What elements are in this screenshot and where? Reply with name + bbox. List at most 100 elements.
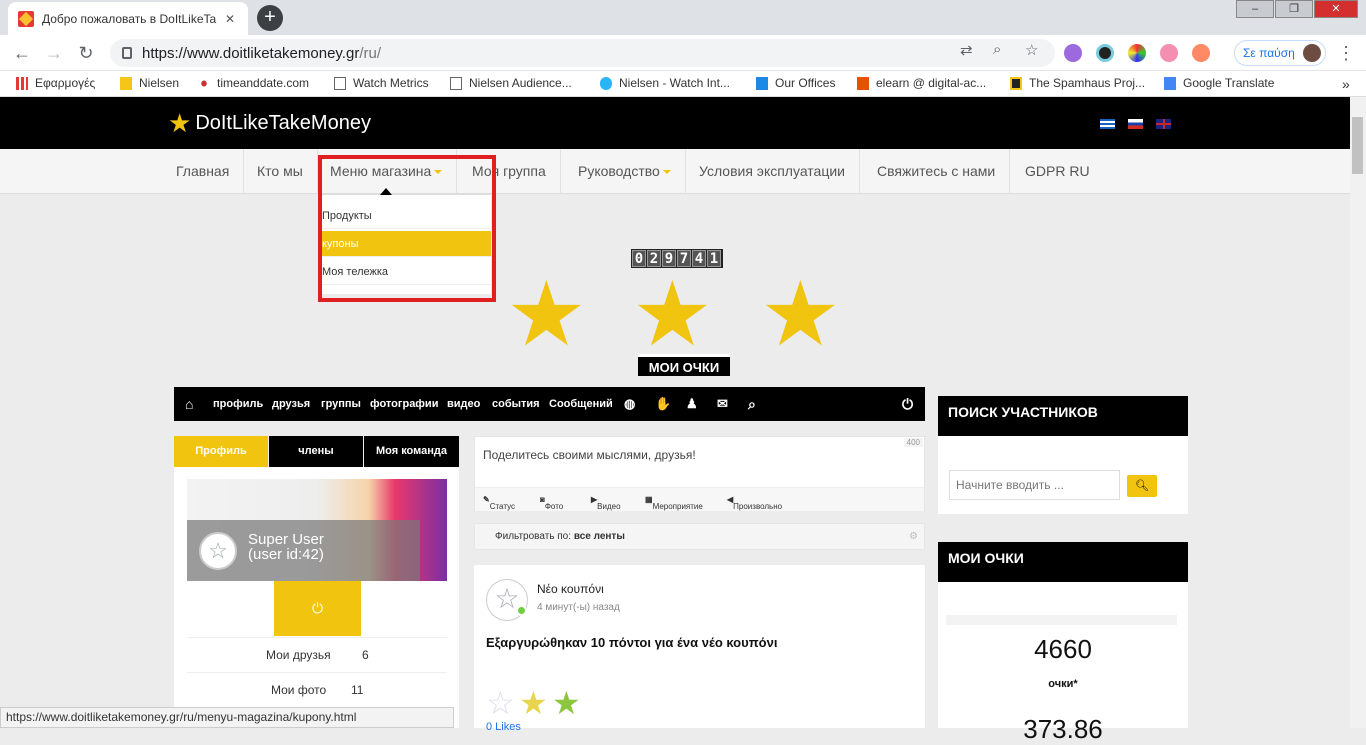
feather-extension-icon[interactable] [1064, 44, 1082, 62]
site-header: ★ DoItLikeTakeMoney [0, 97, 1350, 149]
bookmark-spamhaus[interactable]: The Spamhaus Proj... [1010, 76, 1145, 90]
menu-item-home[interactable]: Главная [162, 149, 245, 194]
page-scrollbar[interactable] [1350, 97, 1366, 728]
zoom-icon[interactable]: ⌕ [993, 41, 1001, 58]
m-icon [857, 76, 869, 90]
browser-menu-icon[interactable]: ⋮ [1334, 42, 1358, 64]
search-icon[interactable]: ⌕ [748, 387, 756, 421]
likes-link[interactable]: 0 Likes [486, 721, 521, 733]
window-controls: – ❐ ✕ [1235, 0, 1358, 18]
stat-row-friends[interactable]: Мои друзья 6 [187, 637, 447, 671]
bookmark-nielsen-watch[interactable]: Nielsen - Watch Int... [600, 76, 730, 90]
scrollbar-thumb[interactable] [1352, 117, 1363, 174]
envelope-icon[interactable]: ✉ [717, 387, 728, 421]
comm-link-photos[interactable]: фотографии [370, 387, 438, 421]
globe-icon[interactable]: ◍ [624, 387, 635, 421]
color-picker-extension-icon[interactable] [1128, 44, 1146, 62]
reload-icon[interactable]: ↻ [74, 42, 98, 64]
maximize-icon[interactable]: ❐ [1275, 0, 1313, 18]
browser-toolbar: ← → ↻ https://www.doitliketakemoney.gr/r… [0, 35, 1366, 71]
bookmark-our-offices[interactable]: Our Offices [756, 76, 835, 90]
new-tab-button[interactable]: + [257, 5, 283, 31]
browser-tab-strip: Добро пожаловать в DoItLikeTa ✕ + – ❐ ✕ [0, 0, 1366, 35]
tab-close-icon[interactable]: ✕ [222, 12, 238, 26]
bookmark-apps[interactable]: Εφαρμογές [16, 76, 95, 90]
tool-event[interactable]: ▦ Мероприятие [645, 495, 703, 511]
thumbs-up-icon[interactable]: ✋ [655, 387, 671, 421]
tab-profile[interactable]: Профиль [174, 436, 268, 467]
bookmark-google-translate[interactable]: Google Translate [1164, 76, 1274, 90]
bookmarks-bar: Εφαρμογές Nielsen timeanddate.com Watch … [0, 71, 1366, 97]
comm-link-groups[interactable]: группы [321, 387, 361, 421]
tool-photo[interactable]: ◙ Фото [540, 495, 563, 511]
tab-members[interactable]: члены [269, 436, 363, 467]
profile-name[interactable]: Super User [248, 532, 324, 547]
browser-tab[interactable]: Добро пожаловать в DoItLikeTa ✕ [8, 2, 248, 35]
tool-custom[interactable]: ◀ Произвольно [727, 495, 782, 511]
settings-gear-icon[interactable]: ⚙ [909, 524, 918, 549]
tab-my-team[interactable]: Моя команда [364, 436, 459, 467]
tool-status[interactable]: ✎ Статус [483, 495, 515, 511]
main-menu: Главная Кто мы Меню магазина Моя группа … [0, 149, 1350, 194]
profile-button[interactable]: Σε παύση [1234, 40, 1326, 66]
stat-value: 6 [362, 648, 369, 662]
pink-extension-icon[interactable] [1160, 44, 1178, 62]
translate-icon[interactable]: ⇄ [960, 41, 973, 59]
home-icon[interactable]: ⌂ [185, 387, 193, 421]
menu-item-gdpr[interactable]: GDPR RU [1011, 149, 1104, 194]
translate-g-icon [1164, 76, 1176, 90]
greek-flag-icon[interactable] [1100, 119, 1115, 129]
window-close-icon[interactable]: ✕ [1314, 0, 1358, 18]
user-icon[interactable]: ♟ [686, 387, 698, 421]
filter-value: все ленты [573, 531, 625, 542]
bookmark-star-icon[interactable]: ☆ [1025, 41, 1038, 59]
comm-link-profile[interactable]: профиль [213, 387, 263, 421]
comm-link-friends[interactable]: друзья [272, 387, 310, 421]
online-dot [516, 605, 527, 616]
russian-flag-icon[interactable] [1128, 119, 1143, 129]
menu-item-about[interactable]: Кто мы [243, 149, 318, 194]
page-icon [450, 76, 462, 90]
bookmarks-more-icon[interactable]: » [1342, 76, 1350, 92]
menu-item-contact[interactable]: Свяжитесь с нами [863, 149, 1011, 194]
status-input[interactable]: Поделитесь своими мыслями, друзья! [483, 448, 696, 462]
feed-filter[interactable]: Фильтровать по: все ленты ⚙ [474, 523, 925, 550]
url-path: /ru/ [359, 44, 382, 62]
address-bar[interactable]: https://www.doitliketakemoney.gr/ru/ [110, 39, 1055, 67]
post-author[interactable]: Νέο κουπόνι [537, 582, 604, 596]
feed-post: ☆ Νέο κουπόνι 4 минут(-ы) назад Εξαργυρώ… [474, 565, 925, 733]
stat-label: Мои друзья [266, 648, 331, 662]
logo-star-icon: ★ [168, 108, 192, 138]
bookmark-watch-metrics[interactable]: Watch Metrics [334, 76, 429, 90]
comm-link-messages[interactable]: Сообщений [549, 387, 613, 421]
search-button[interactable]: 🔍︎ [1127, 475, 1157, 497]
profile-avatar-star-icon[interactable]: ☆ [199, 532, 237, 570]
comm-link-events[interactable]: события [492, 387, 540, 421]
comm-link-videos[interactable]: видео [447, 387, 480, 421]
menu-item-guide[interactable]: Руководство [564, 149, 686, 194]
bookmark-nielsen-audience[interactable]: Nielsen Audience... [450, 76, 572, 90]
dots-icon [198, 76, 210, 90]
globe-icon [600, 76, 612, 90]
bookmark-nielsen[interactable]: Nielsen [120, 76, 179, 90]
orange-extension-icon[interactable] [1192, 44, 1210, 62]
site-logo[interactable]: ★ DoItLikeTakeMoney [168, 108, 371, 138]
points-label: очки* [1048, 678, 1078, 690]
minimize-icon[interactable]: – [1236, 0, 1274, 18]
forward-arrow-icon[interactable]: → [42, 42, 66, 64]
my-points-title: МОИ ОЧКИ [938, 542, 1188, 582]
logout-power-button[interactable]: ⏻ [274, 581, 361, 636]
member-search-input[interactable]: Начните вводить ... [949, 470, 1120, 500]
menu-item-terms[interactable]: Условия эксплуатации [685, 149, 860, 194]
stat-row-photos[interactable]: Мои фото 11 [187, 672, 447, 706]
power-icon[interactable]: ⏻ [902, 387, 913, 421]
back-arrow-icon[interactable]: ← [10, 42, 34, 64]
post-time: 4 минут(-ы) назад [537, 602, 620, 613]
uk-flag-icon[interactable] [1156, 119, 1171, 129]
color-wheel-extension-icon[interactable] [1096, 44, 1114, 62]
bookmark-timeanddate[interactable]: timeanddate.com [198, 76, 309, 90]
community-toolbar: ⌂ профиль друзья группы фотографии видео… [174, 387, 925, 421]
tool-video[interactable]: ▶ Видео [591, 495, 621, 511]
post-body: Εξαργυρώθηκαν 10 πόντοι για ένα νέο κουπ… [486, 635, 778, 650]
bookmark-elearn[interactable]: elearn @ digital-ac... [857, 76, 986, 90]
